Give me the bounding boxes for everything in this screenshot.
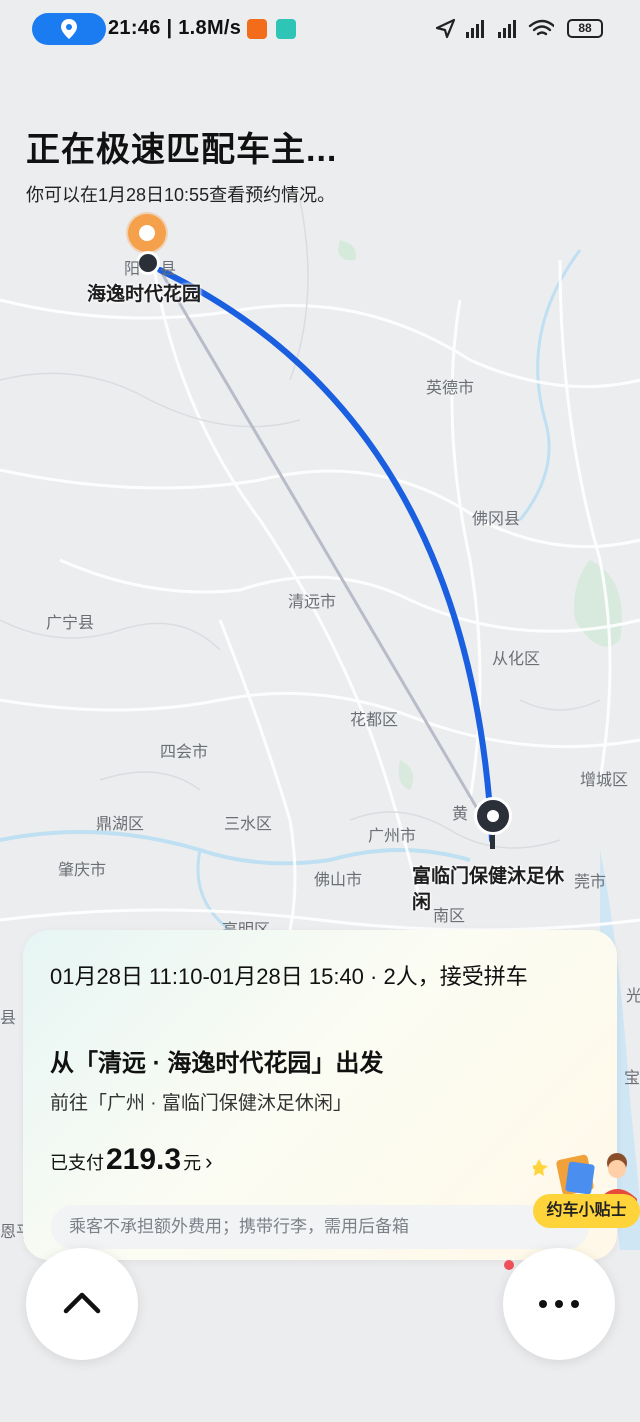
signal-icon [466, 20, 516, 38]
origin-label: 海逸时代花园 [87, 284, 202, 305]
place-label: 阳 [124, 261, 141, 278]
place-label: 增城区 [580, 772, 629, 789]
paid-amount-link[interactable]: 已支付219.3 元 › [50, 1143, 212, 1177]
place-label: 三水区 [224, 816, 273, 833]
chevron-right-icon: › [205, 1149, 213, 1174]
paid-label: 已支付 [50, 1153, 104, 1173]
status-time-speed: 21:46 | 1.8M/s [108, 17, 242, 39]
system-icons [435, 18, 554, 39]
place-label: 莞市 [574, 874, 607, 891]
place-label: 县 [0, 1010, 17, 1027]
place-label: 肇庆市 [58, 862, 107, 879]
place-label: 鼎湖区 [96, 816, 145, 833]
place-label: 花都区 [350, 712, 399, 729]
expand-button[interactable] [26, 1248, 138, 1360]
place-label: 宝 [624, 1070, 640, 1087]
place-label: 佛山市 [314, 872, 363, 889]
navigation-arrow-icon [276, 19, 296, 39]
more-button[interactable] [503, 1248, 615, 1360]
order-to: 前往「广州 · 富临门保健沐足休闲」 [50, 1093, 352, 1114]
place-label: 光 [626, 988, 640, 1005]
order-from: 从「清远 · 海逸时代花园」出发 [50, 1050, 384, 1077]
place-label: 黄 [452, 806, 469, 823]
status-bar: 21:46 | 1.8M/s 88 [0, 0, 640, 60]
destination-pin-icon [474, 797, 512, 835]
place-label: 南区 [433, 908, 466, 925]
destination-stem [490, 835, 495, 849]
place-label: 广宁县 [46, 615, 95, 632]
passenger-notice: 乘客不承担额外费用；携带行李，需用后备箱 [51, 1205, 589, 1249]
more-dots-icon [539, 1300, 579, 1308]
ride-tips-button[interactable]: 约车小贴士 [533, 1149, 640, 1229]
place-label: 清远市 [288, 594, 337, 611]
place-label: 四会市 [160, 744, 209, 761]
place-label: 广州市 [368, 828, 417, 845]
order-time-info: 01月28日 11:10-01月28日 15:40 · 2人，接受拼车 [50, 964, 528, 989]
place-label: 从化区 [492, 651, 541, 668]
wifi-icon [528, 19, 554, 36]
navigation-arrow-icon [435, 18, 456, 39]
app-notification-icon [247, 19, 267, 39]
chevron-up-icon [63, 1292, 101, 1314]
place-label: 佛冈县 [472, 511, 521, 528]
place-label: 英德市 [426, 380, 475, 397]
page-title: 正在极速匹配车主... [26, 131, 338, 169]
order-card[interactable]: 01月28日 11:10-01月28日 15:40 · 2人，接受拼车 从「清远… [23, 930, 617, 1260]
paid-amount: 219.3 [106, 1143, 182, 1176]
battery-indicator: 88 [567, 19, 603, 38]
page-subtitle: 你可以在1月28日10:55查看预约情况。 [26, 185, 336, 205]
paid-unit: 元 [183, 1153, 202, 1173]
location-pill[interactable] [32, 13, 106, 45]
tips-label: 约车小贴士 [533, 1194, 640, 1228]
place-label: 县 [160, 261, 177, 278]
location-pin-icon [61, 19, 77, 39]
origin-pin-icon [128, 214, 166, 252]
